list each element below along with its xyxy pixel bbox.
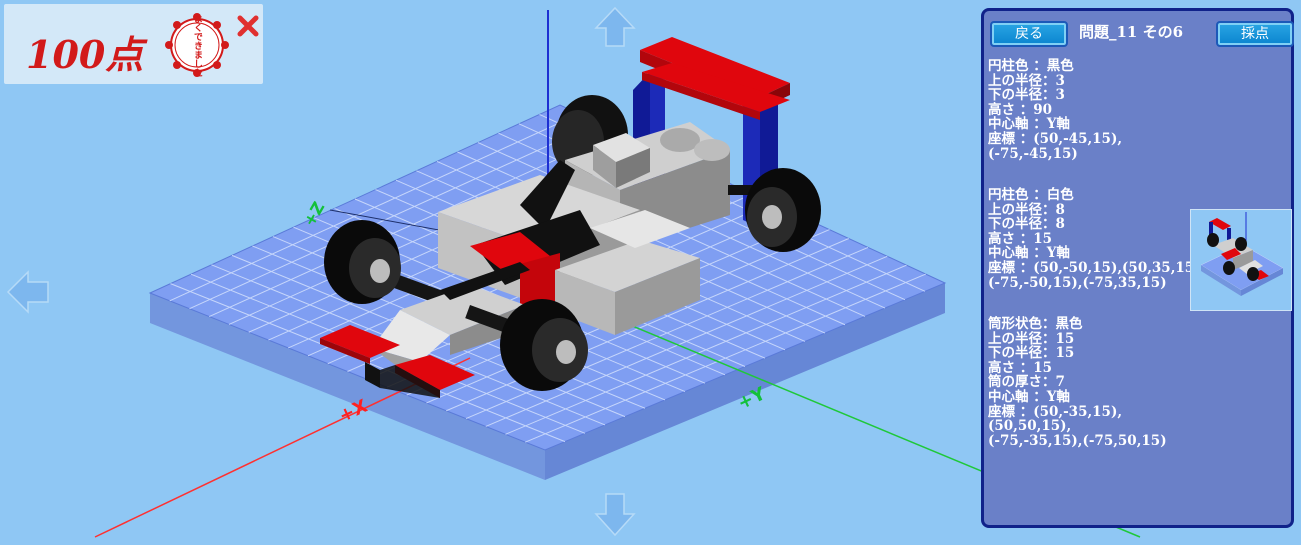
problem-info-panel: 戻る 問題_11 その6 採点 円柱色 ：黒色 上の半径：3 下の半径：3 高さ… [981,8,1294,528]
spec-white-cylinder: 円柱色 ：白色 上の半径：8 下の半径：8 高さ ：15 中心軸 ：Y軸 座標 … [988,187,1206,291]
back-button[interactable]: 戻る [990,21,1068,47]
score-text: 100点 [26,32,144,77]
well-done-stamp: よくできました [164,12,230,78]
spec-black-tube: 筒形状色：黒色 上の半径：15 下の半径：15 高さ ：15 筒の厚さ：7 中心… [988,316,1167,449]
nav-left-arrow-icon[interactable] [6,270,49,314]
grade-button[interactable]: 採点 [1216,21,1294,47]
close-button[interactable] [236,14,260,38]
score-panel: 100点 よくできました [4,4,263,84]
model-preview-thumbnail[interactable] [1190,209,1292,311]
nav-down-arrow-icon[interactable] [594,493,636,537]
nav-up-arrow-icon[interactable] [594,6,636,47]
stamp-text: よくできました [192,13,202,77]
problem-title: 問題_11 その6 [1079,23,1184,41]
app-stage: +X +Y +Z 100点 よくできました 戻る 問題_11 その6 採点 円柱… [0,0,1301,545]
spec-black-cylinder: 円柱色 ：黒色 上の半径：3 下の半径：3 高さ ：90 中心軸 ：Y軸 座標 … [988,58,1123,162]
close-icon[interactable] [236,14,260,38]
